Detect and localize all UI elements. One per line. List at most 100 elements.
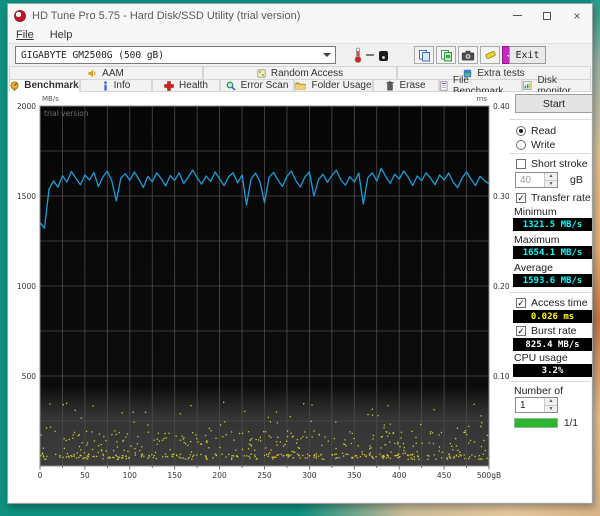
write-radio-label: Write xyxy=(531,139,556,151)
tab-health[interactable]: Health xyxy=(152,79,220,92)
minimum-label: Minimum xyxy=(514,206,557,218)
start-button[interactable]: Start xyxy=(515,94,593,113)
access-time-label: Access time xyxy=(531,297,588,309)
svg-text:MB/s: MB/s xyxy=(42,95,59,103)
minimize-button[interactable] xyxy=(502,4,532,27)
exit-button[interactable]: Exit xyxy=(509,46,546,64)
write-radio[interactable] xyxy=(516,140,526,150)
svg-text:ms: ms xyxy=(477,95,488,103)
tab-error-scan-label: Error Scan xyxy=(240,80,289,91)
burst-rate-value: 825.4 MB/s xyxy=(513,338,592,351)
transfer-rate-checkbox[interactable]: ✓ xyxy=(516,193,526,203)
read-radio-row[interactable]: Read xyxy=(516,125,556,137)
separator xyxy=(509,119,591,120)
svg-text:150: 150 xyxy=(168,471,183,480)
burst-rate-row[interactable]: ✓ Burst rate xyxy=(516,325,577,337)
read-radio[interactable] xyxy=(516,126,526,136)
copy-pages-icon xyxy=(418,49,430,61)
tab-benchmark-label: Benchmark xyxy=(24,80,79,91)
svg-text:500gB: 500gB xyxy=(477,471,501,480)
benchmark-controls: Start Read Write Short stroke 40 ▲▼ gB xyxy=(506,92,594,497)
copy-image-button[interactable] xyxy=(436,46,456,64)
tab-folder-usage-label: Folder Usage xyxy=(311,80,372,91)
tab-benchmark[interactable]: Benchmark xyxy=(9,79,80,92)
dash-separator-icon xyxy=(366,54,374,56)
cpu-usage-label: CPU usage xyxy=(514,352,568,364)
menu-help[interactable]: Help xyxy=(50,29,73,41)
tab-erase-label: Erase xyxy=(399,80,426,91)
camera-icon xyxy=(461,50,475,60)
disk-monitor-icon xyxy=(523,81,533,90)
tab-folder-usage[interactable]: Folder Usage xyxy=(294,79,373,92)
tab-row-primary: Benchmark Info Health Error Scan Folder … xyxy=(8,75,592,97)
access-time-value: 0.026 ms xyxy=(513,310,592,323)
speaker-icon xyxy=(88,69,96,77)
access-time-checkbox[interactable]: ✓ xyxy=(516,298,526,308)
stepper-down-icon[interactable]: ▼ xyxy=(545,180,557,187)
progress-count: 1/1 xyxy=(564,418,578,429)
short-stroke-checkbox[interactable] xyxy=(516,159,526,169)
tab-disk-monitor[interactable]: Disk monitor xyxy=(522,75,591,97)
access-time-row[interactable]: ✓ Access time xyxy=(516,297,588,309)
average-label: Average xyxy=(514,262,553,274)
tab-health-label: Health xyxy=(179,80,208,91)
number-of-label: Number of xyxy=(514,385,564,397)
svg-text:350: 350 xyxy=(347,471,362,480)
burst-rate-checkbox[interactable]: ✓ xyxy=(516,326,526,336)
read-radio-label: Read xyxy=(531,125,557,137)
menu-file[interactable]: File xyxy=(16,29,34,41)
svg-text:2000: 2000 xyxy=(17,102,36,111)
toolbar: GIGABYTE GM2500G (500 gB) Exit xyxy=(8,44,592,66)
stepper-up-icon[interactable]: ▲ xyxy=(545,398,557,406)
tab-aam[interactable]: AAM xyxy=(9,66,203,79)
minimum-value: 1321.5 MB/s xyxy=(513,218,592,231)
transfer-rate-label: Transfer rate xyxy=(531,192,591,204)
svg-text:1000: 1000 xyxy=(17,282,36,291)
tab-erase[interactable]: Erase xyxy=(373,79,439,92)
stepper-down-icon[interactable]: ▼ xyxy=(545,405,557,412)
separator xyxy=(509,292,591,293)
svg-text:450: 450 xyxy=(437,471,452,480)
maximize-button[interactable] xyxy=(532,4,562,27)
window-title: HD Tune Pro 5.75 - Hard Disk/SSD Utility… xyxy=(32,9,301,22)
screenshot-button[interactable] xyxy=(458,46,478,64)
app-window: HD Tune Pro 5.75 - Hard Disk/SSD Utility… xyxy=(7,3,593,504)
svg-text:400: 400 xyxy=(392,471,407,480)
chevron-down-icon[interactable] xyxy=(319,47,335,63)
dice-icon xyxy=(257,68,266,78)
temperature-icon xyxy=(353,47,363,68)
progress-bar xyxy=(514,418,558,428)
transfer-rate-row[interactable]: ✓ Transfer rate xyxy=(516,192,591,204)
svg-text:250: 250 xyxy=(257,471,272,480)
yellow-note-icon xyxy=(484,51,496,60)
tab-error-scan[interactable]: Error Scan xyxy=(220,79,294,92)
number-of-stepper[interactable]: 1 ▲ ▼ xyxy=(515,397,558,413)
health-cross-icon xyxy=(164,80,174,91)
short-stroke-stepper[interactable]: 40 ▲ ▼ xyxy=(515,172,558,188)
notes-button[interactable] xyxy=(480,46,500,64)
tab-info-label: Info xyxy=(113,80,131,91)
stepper-up-icon[interactable]: ▲ xyxy=(545,173,557,181)
separator xyxy=(509,153,591,154)
info-icon xyxy=(103,80,107,91)
tab-random-access[interactable]: Random Access xyxy=(203,66,397,79)
drive-select-value: GIGABYTE GM2500G (500 gB) xyxy=(21,49,164,61)
short-stroke-unit: gB xyxy=(570,174,583,186)
average-value: 1593.6 MB/s xyxy=(513,274,592,287)
copy-image-icon xyxy=(440,49,452,61)
svg-text:100: 100 xyxy=(123,471,138,480)
close-button[interactable]: × xyxy=(562,4,592,27)
tab-file-benchmark[interactable]: File Benchmark xyxy=(439,75,522,97)
copy-text-button[interactable] xyxy=(414,46,434,64)
folder-icon xyxy=(295,82,307,90)
menu-bar: File Help xyxy=(8,27,592,44)
short-stroke-value: 40 xyxy=(520,174,532,186)
magnifier-icon xyxy=(226,81,236,90)
drive-select[interactable]: GIGABYTE GM2500G (500 gB) xyxy=(15,46,336,64)
write-radio-row[interactable]: Write xyxy=(516,139,555,151)
desktop-wallpaper-bottom xyxy=(300,504,600,516)
short-stroke-row[interactable]: Short stroke xyxy=(516,158,588,170)
svg-text:500: 500 xyxy=(22,372,37,381)
drive-device-icon xyxy=(378,49,389,67)
tab-info[interactable]: Info xyxy=(80,79,152,92)
